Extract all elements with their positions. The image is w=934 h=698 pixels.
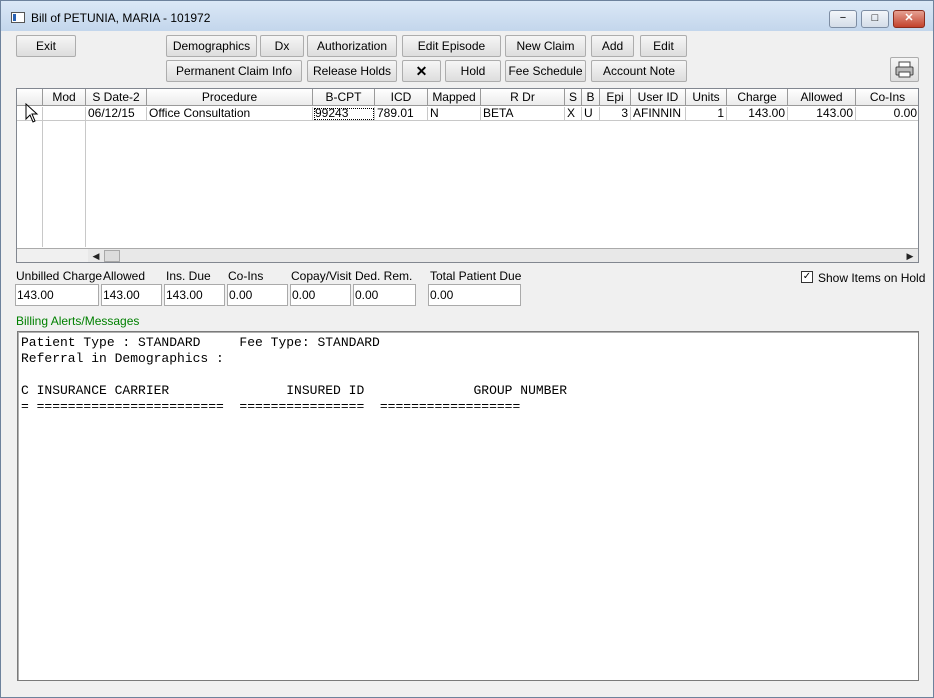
- ded-rem-label: Ded. Rem.: [355, 269, 413, 283]
- unbilled-charge-field[interactable]: 143.00: [15, 284, 99, 306]
- allowed-label: Allowed: [103, 269, 146, 283]
- ded-rem-field[interactable]: 0.00: [353, 284, 416, 306]
- edit-button[interactable]: Edit: [640, 35, 687, 57]
- ins-due-field[interactable]: 143.00: [164, 284, 225, 306]
- cell-b-cpt[interactable]: 99243: [313, 107, 375, 121]
- col-header-charge[interactable]: Charge: [727, 89, 788, 106]
- cell-procedure[interactable]: Office Consultation: [147, 107, 313, 121]
- col-header-epi[interactable]: Epi: [600, 89, 631, 106]
- col-header-units[interactable]: Units: [686, 89, 727, 106]
- total-patient-due-field[interactable]: 0.00: [428, 284, 521, 306]
- mod-column: [43, 107, 86, 247]
- cell-user-id[interactable]: AFINNIN: [631, 107, 686, 121]
- printer-icon: [895, 61, 914, 78]
- demographics-button[interactable]: Demographics: [166, 35, 257, 57]
- scroll-left-icon[interactable]: ◀: [89, 250, 103, 262]
- col-header-b-cpt[interactable]: B-CPT: [313, 89, 375, 106]
- title-bar: Bill of PETUNIA, MARIA - 101972 − □ ✕: [1, 1, 933, 31]
- permanent-claim-info-button[interactable]: Permanent Claim Info: [166, 60, 302, 82]
- checkbox-check-icon[interactable]: ✓: [801, 271, 813, 283]
- co-ins-field[interactable]: 0.00: [227, 284, 288, 306]
- col-header-procedure[interactable]: Procedure: [147, 89, 313, 106]
- cell-s-date[interactable]: 06/12/15: [86, 107, 147, 121]
- delete-button[interactable]: ✕: [402, 60, 441, 82]
- minimize-button[interactable]: −: [829, 10, 857, 28]
- copay-visit-label: Copay/Visit: [291, 269, 352, 283]
- add-button[interactable]: Add: [591, 35, 634, 57]
- maximize-button[interactable]: □: [861, 10, 889, 28]
- window-title: Bill of PETUNIA, MARIA - 101972: [31, 11, 211, 25]
- col-header-s-date[interactable]: S Date-2: [86, 89, 147, 106]
- co-ins-label: Co-Ins: [228, 269, 264, 283]
- unbilled-charge-label: Unbilled Charge: [16, 269, 103, 283]
- dx-button[interactable]: Dx: [260, 35, 304, 57]
- cell-allowed[interactable]: 143.00: [788, 107, 856, 121]
- fee-schedule-button[interactable]: Fee Schedule: [505, 60, 586, 82]
- new-claim-button[interactable]: New Claim: [505, 35, 586, 57]
- cell-charge[interactable]: 143.00: [727, 107, 788, 121]
- hold-button[interactable]: Hold: [445, 60, 501, 82]
- cell-r-dr[interactable]: BETA: [481, 107, 565, 121]
- client-area: Exit Demographics Dx Authorization Edit …: [8, 31, 926, 691]
- cell-s[interactable]: X: [565, 107, 582, 121]
- mouse-cursor-icon: [25, 103, 39, 123]
- horizontal-scrollbar[interactable]: ◀ ▶: [88, 248, 918, 262]
- ins-due-label: Ins. Due: [166, 269, 211, 283]
- grid-scroll-corner: [17, 248, 88, 262]
- release-holds-button[interactable]: Release Holds: [307, 60, 397, 82]
- col-header-user-id[interactable]: User ID: [631, 89, 686, 106]
- bill-window: Bill of PETUNIA, MARIA - 101972 − □ ✕ Ex…: [0, 0, 934, 698]
- scrollbar-thumb[interactable]: [104, 250, 120, 262]
- allowed-field[interactable]: 143.00: [101, 284, 162, 306]
- col-header-r-dr[interactable]: R Dr: [481, 89, 565, 106]
- billing-alerts-text[interactable]: Patient Type : STANDARD Fee Type: STANDA…: [17, 331, 919, 681]
- col-header-mod[interactable]: Mod: [43, 89, 86, 106]
- cell-mod[interactable]: [43, 107, 86, 121]
- copay-visit-field[interactable]: 0.00: [290, 284, 351, 306]
- app-icon: [11, 12, 25, 23]
- scroll-right-icon[interactable]: ▶: [903, 250, 917, 262]
- cell-b[interactable]: U: [582, 107, 600, 121]
- col-header-mapped[interactable]: Mapped: [428, 89, 481, 106]
- cell-co-ins[interactable]: 0.00: [856, 107, 918, 121]
- cell-units[interactable]: 1: [686, 107, 727, 121]
- col-header-s[interactable]: S: [565, 89, 582, 106]
- col-header-icd[interactable]: ICD: [375, 89, 428, 106]
- exit-button[interactable]: Exit: [16, 35, 76, 57]
- show-items-on-hold-label: Show Items on Hold: [818, 271, 926, 285]
- cell-icd[interactable]: 789.01: [375, 107, 428, 121]
- col-header-b[interactable]: B: [582, 89, 600, 106]
- col-header-co-ins[interactable]: Co-Ins: [856, 89, 918, 106]
- close-window-button[interactable]: ✕: [893, 10, 925, 28]
- account-note-button[interactable]: Account Note: [591, 60, 687, 82]
- cell-epi[interactable]: 3: [600, 107, 631, 121]
- charges-grid[interactable]: Mod S Date-2 Procedure B-CPT ICD Mapped …: [16, 88, 919, 263]
- total-patient-due-label: Total Patient Due: [430, 269, 522, 283]
- print-button[interactable]: [890, 57, 919, 82]
- billing-alerts-title: Billing Alerts/Messages: [16, 314, 140, 328]
- authorization-button[interactable]: Authorization: [307, 35, 397, 57]
- cell-mapped[interactable]: N: [428, 107, 481, 121]
- edit-episode-button[interactable]: Edit Episode: [402, 35, 501, 57]
- col-header-allowed[interactable]: Allowed: [788, 89, 856, 106]
- show-items-on-hold-checkbox[interactable]: ✓ Show Items on Hold: [801, 271, 925, 285]
- row-header-column: [17, 107, 43, 247]
